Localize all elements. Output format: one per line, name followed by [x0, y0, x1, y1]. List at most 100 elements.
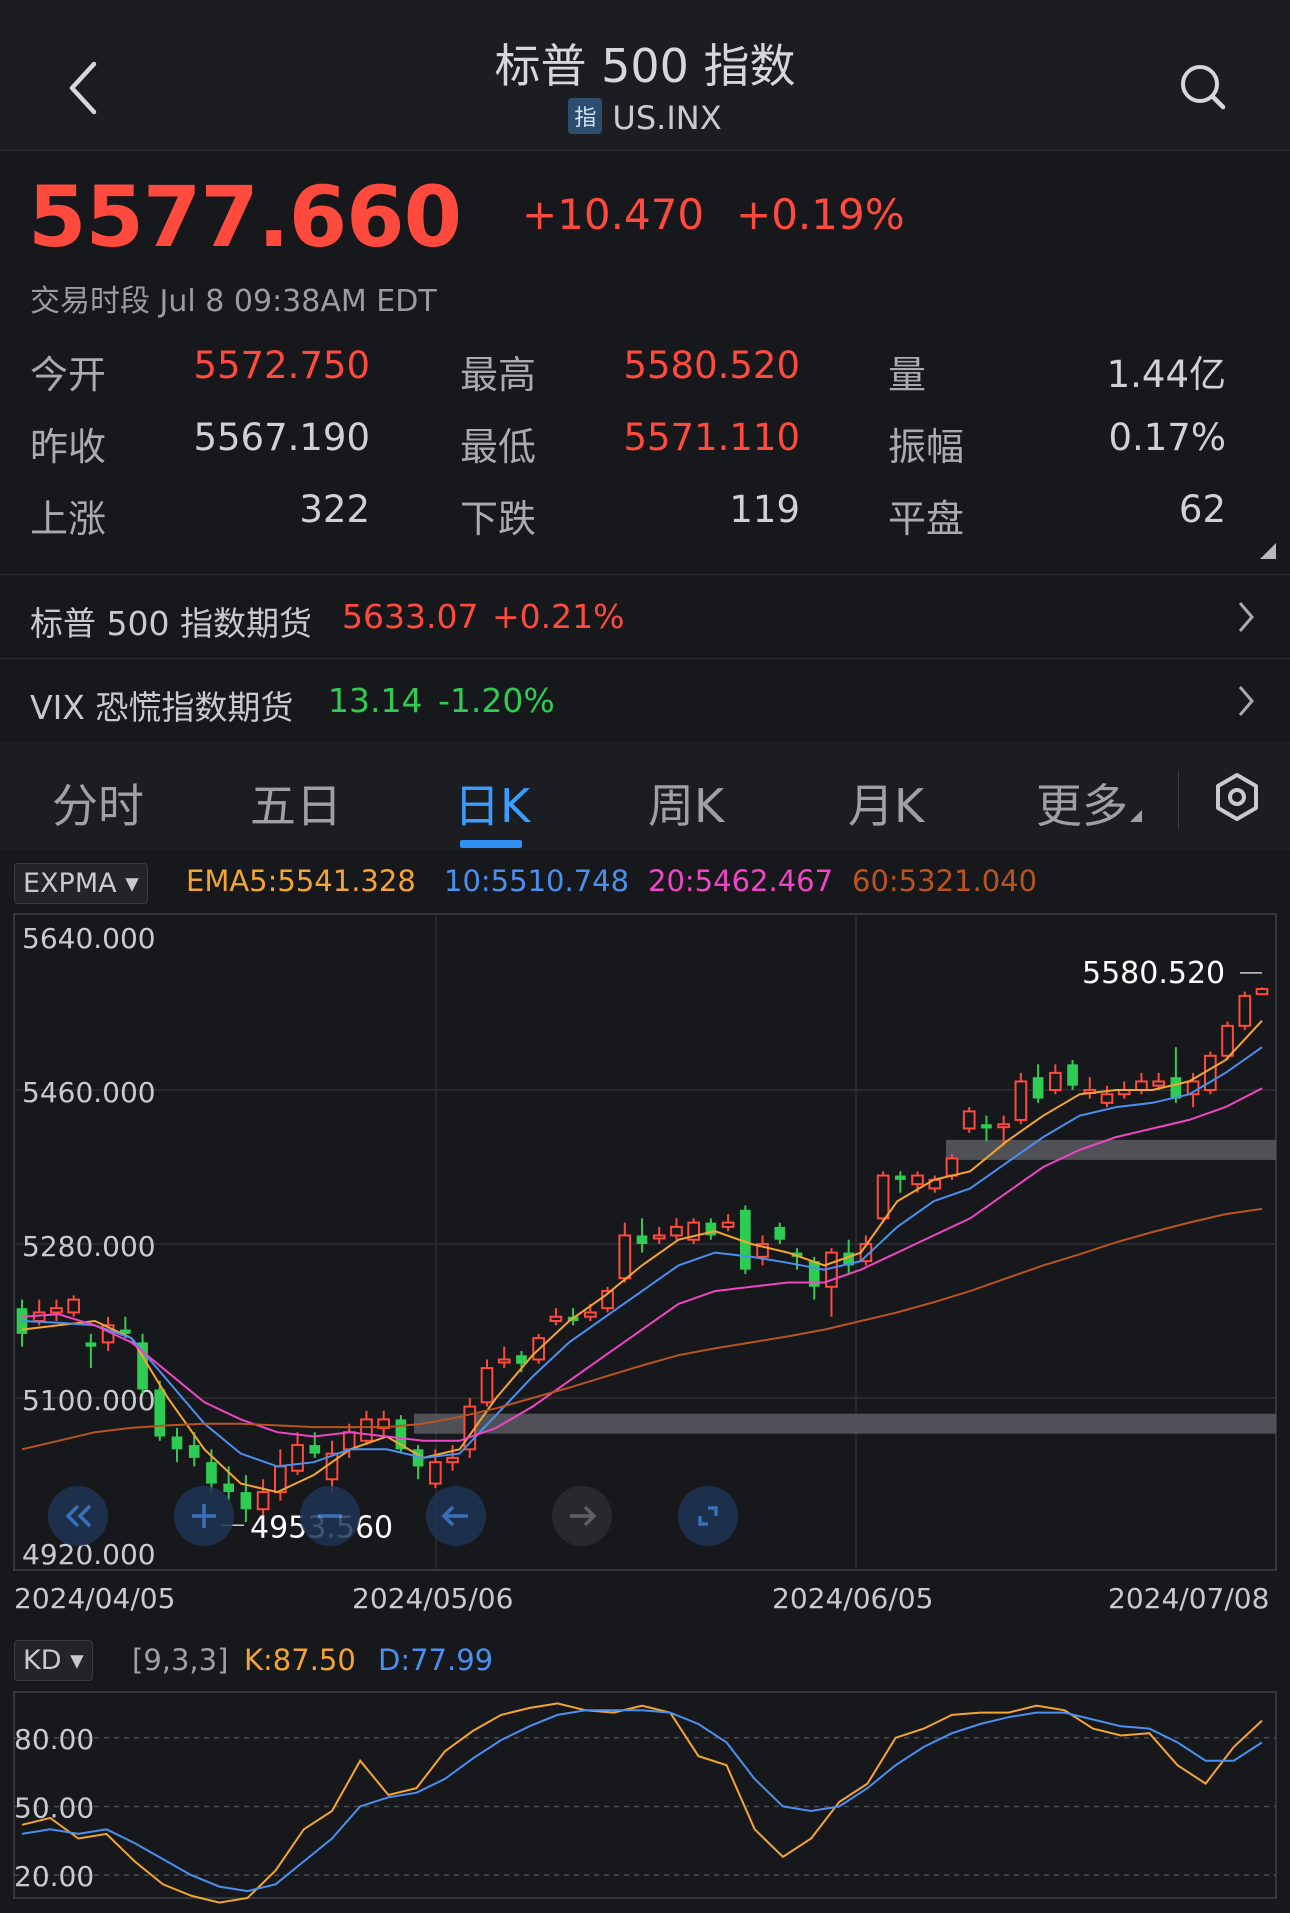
candle-body: [774, 1226, 786, 1240]
candle-body: [1048, 1071, 1062, 1091]
candle-body: [428, 1461, 442, 1485]
candle-body: [1067, 1064, 1078, 1086]
ema60-value: 60:5321.040: [852, 864, 1038, 898]
expand-corner-icon[interactable]: [1260, 543, 1276, 559]
tab-five-day[interactable]: 五日: [250, 770, 342, 836]
x-tick-label: 2024/06/05: [772, 1582, 934, 1615]
y-tick-label: 50.00: [14, 1791, 94, 1824]
indicator-name: EXPMA: [23, 868, 117, 899]
futures-label: 标普 500 指数期货: [30, 604, 312, 643]
zoom-in-button[interactable]: [174, 1486, 234, 1546]
y-tick-label: 20.00: [14, 1860, 94, 1893]
tab-more-label: 更多: [1036, 779, 1128, 833]
tab-more[interactable]: 更多: [1036, 770, 1142, 836]
stat-value: 5572.750: [193, 344, 370, 387]
fullscreen-button[interactable]: [678, 1486, 738, 1546]
stat-label: 平盘: [888, 497, 965, 541]
stat-label: 振幅: [888, 425, 965, 469]
plot-frame: [13, 1691, 1277, 1899]
candle-body: [206, 1462, 217, 1484]
scroll-start-button[interactable]: [48, 1486, 108, 1546]
search-icon[interactable]: [1178, 62, 1228, 112]
indicator-selector[interactable]: EXPMA ▾: [14, 863, 148, 904]
candle-body: [876, 1174, 890, 1220]
y-tick-label: 5100.000: [22, 1384, 156, 1417]
stat-value: 1.44亿: [1106, 353, 1226, 396]
stat-label: 最高: [460, 353, 537, 397]
dropdown-icon: ▾: [70, 1645, 84, 1676]
candle-body: [309, 1445, 321, 1454]
chevron-right-icon: [1238, 602, 1254, 632]
stat-value: 5580.520: [623, 344, 800, 387]
candle-body: [1152, 1080, 1166, 1087]
y-tick-label: 80.00: [14, 1723, 94, 1756]
candle-body: [962, 1110, 976, 1130]
divider: [1178, 770, 1179, 830]
candle-body: [342, 1431, 356, 1451]
futures-percent: +0.21%: [492, 597, 625, 636]
support-band: [414, 1413, 1276, 1434]
candle-body: [240, 1492, 252, 1510]
candle-body: [981, 1124, 992, 1129]
stat-label: 下跌: [460, 497, 537, 541]
gear-icon[interactable]: [1212, 772, 1262, 822]
last-price: 5577.660: [28, 168, 462, 266]
futures-row-spx[interactable]: 标普 500 指数期货 5633.07 +0.21%: [0, 575, 1290, 657]
candle-body: [497, 1358, 511, 1364]
futures-row-vix[interactable]: VIX 恐慌指数期货 13.14 -1.20%: [0, 659, 1290, 741]
scroll-right-button[interactable]: [552, 1486, 612, 1546]
zoom-out-button[interactable]: [300, 1486, 360, 1546]
kd-params: [9,3,3]: [132, 1643, 229, 1677]
stat-value: 322: [299, 488, 370, 531]
stat-label: 昨收: [30, 425, 107, 469]
futures-percent: -1.20%: [438, 681, 555, 720]
stat-value: 0.17%: [1108, 416, 1226, 459]
kd-selector[interactable]: KD ▾: [14, 1640, 93, 1681]
expand-icon: [698, 1506, 718, 1526]
candle-body: [894, 1175, 906, 1180]
tab-weekly-k[interactable]: 周K: [648, 770, 724, 836]
stat-label: 上涨: [30, 497, 107, 541]
symbol-code-text: US.INX: [612, 99, 722, 137]
page-title: 标普 500 指数: [494, 39, 796, 93]
candle-body: [549, 1315, 563, 1323]
candle-body: [446, 1456, 459, 1464]
arrow-right-icon: [570, 1505, 597, 1527]
stat-value: 119: [729, 488, 800, 531]
dropdown-icon: ▾: [125, 868, 139, 899]
scroll-left-button[interactable]: [426, 1486, 486, 1546]
tab-daily-k[interactable]: 日K: [454, 770, 530, 836]
stat-label: 量: [888, 353, 927, 397]
candle-body: [360, 1418, 373, 1442]
candle-body: [1170, 1077, 1182, 1099]
kd-chart[interactable]: 80.00 50.00 20.00: [0, 1680, 1290, 1905]
y-tick-label: 5280.000: [22, 1230, 156, 1263]
candle-body: [997, 1123, 1011, 1129]
candle-body: [256, 1491, 270, 1511]
candle-body: [50, 1307, 63, 1314]
session-time: 交易时段 Jul 8 09:38AM EDT: [30, 284, 437, 319]
stat-value: 5567.190: [193, 416, 370, 459]
candle-body: [480, 1367, 494, 1404]
futures-value: 13.14: [328, 681, 423, 720]
stat-label: 最低: [460, 425, 537, 469]
kd-k-line: [21, 1702, 1263, 1904]
candle-body: [1014, 1080, 1028, 1121]
index-badge: 指: [568, 98, 603, 134]
price-change: +10.470: [522, 190, 705, 239]
candle-body: [85, 1342, 97, 1347]
high-price-label: 5580.520: [1082, 956, 1225, 991]
stat-value: 62: [1178, 488, 1226, 531]
x-tick-label: 2024/05/06: [352, 1582, 514, 1615]
tab-monthly-k[interactable]: 月K: [848, 770, 924, 836]
arrow-left-icon: [441, 1505, 468, 1527]
candle-body: [1032, 1077, 1044, 1099]
tab-intraday[interactable]: 分时: [52, 770, 144, 836]
double-chevron-left-icon: [65, 1504, 92, 1528]
stat-value: 5571.110: [623, 416, 800, 459]
candle-body: [1221, 1024, 1234, 1057]
active-tab-indicator: [460, 840, 522, 848]
candle-body: [1238, 994, 1252, 1027]
kd-k-value: K:87.50: [244, 1643, 356, 1677]
chevron-right-icon: [1238, 686, 1254, 716]
